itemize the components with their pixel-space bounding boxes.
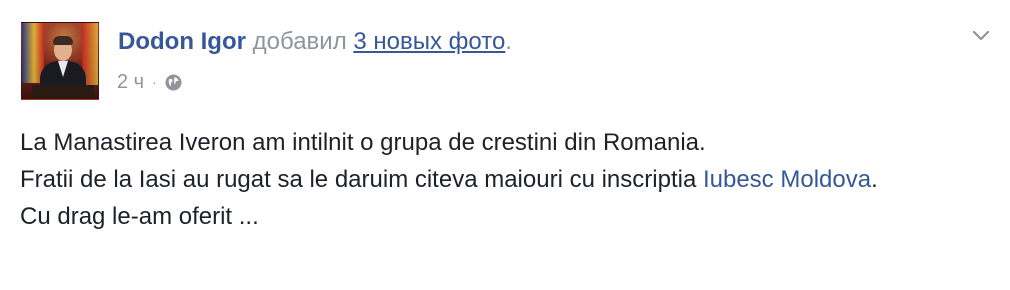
meta-separator: ·: [152, 74, 157, 90]
post-body: La Manastirea Iveron am intilnit o grupa…: [20, 124, 980, 235]
photos-link[interactable]: 3 новых фото: [353, 28, 505, 55]
post-text-line-3: Cu drag le-am oferit ...: [20, 203, 259, 230]
author-name-link[interactable]: Dodon Igor: [118, 28, 246, 55]
avatar-person-hair: [53, 36, 73, 45]
post-meta: 2 ч ·: [117, 67, 182, 97]
post-timestamp[interactable]: 2 ч: [117, 71, 144, 94]
post-header: Dodon Igor добавил 3 новых фото.: [118, 26, 512, 58]
post-text-line-2: Fratii de la Iasi au rugat sa le daruim …: [20, 161, 980, 198]
hashtag-link-iubesc-moldova[interactable]: Iubesc Moldova: [703, 166, 871, 193]
post-text-line-2-prefix: Fratii de la Iasi au rugat sa le daruim …: [20, 166, 703, 193]
post-action-text: добавил: [252, 28, 347, 55]
author-avatar[interactable]: [21, 22, 99, 100]
post-text-line-2-suffix: .: [871, 166, 878, 193]
post-text-line-1: La Manastirea Iveron am intilnit o grupa…: [20, 129, 706, 156]
globe-icon[interactable]: [165, 74, 182, 91]
avatar-podium: [32, 85, 94, 99]
feed-post: Dodon Igor добавил 3 новых фото. 2 ч · L…: [0, 0, 1010, 290]
header-period: .: [505, 28, 512, 55]
chevron-down-icon[interactable]: [968, 24, 994, 46]
